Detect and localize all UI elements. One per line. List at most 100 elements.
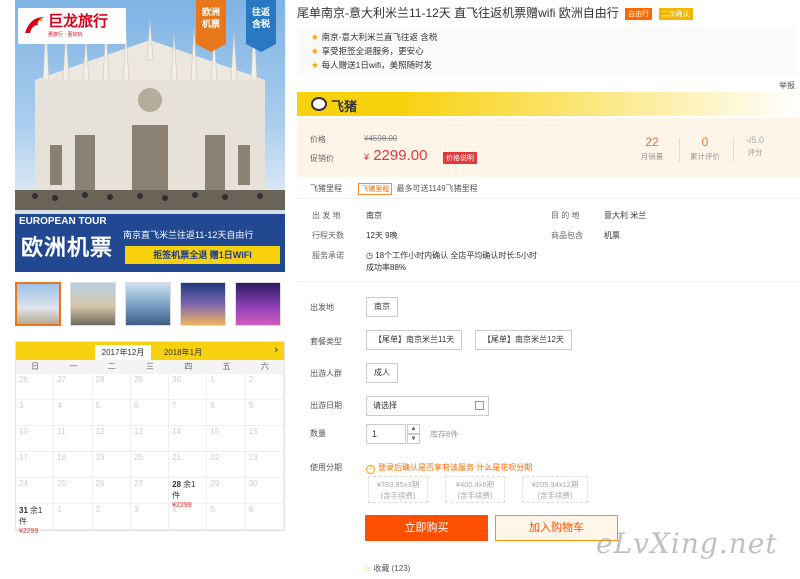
calendar-day: 25 <box>54 478 93 504</box>
option-people-adult[interactable]: 成人 <box>366 363 398 383</box>
calendar-day-number: 4 <box>172 505 177 514</box>
days-label: 行程天数 <box>312 231 344 240</box>
include-value: 机票 <box>604 231 620 240</box>
installment-help-link[interactable]: 什么是花呗分期 <box>476 463 532 472</box>
feature-list: ★ 南京-意大利米兰直飞往返 含税 ★ 享受拒签全退服务，更安心 ★ 每人赠送1日wi… <box>297 27 797 75</box>
clock-icon: ◷ <box>366 251 376 260</box>
feature-text: 享受拒签全退服务，更安心 <box>321 46 424 56</box>
option-package-11-days[interactable]: 【尾单】南京米兰11天 <box>366 330 463 350</box>
option-depart-nanjing[interactable]: 南京 <box>366 297 398 317</box>
tag-roundtrip-tax-label: 往返 含税 <box>251 7 270 29</box>
increment-button[interactable]: ▲ <box>407 424 420 434</box>
calendar-day-number: 27 <box>133 479 143 488</box>
weekday-label: 日 <box>31 362 40 371</box>
calendar-day-number: 3 <box>133 505 139 514</box>
calendar-day-number: 15 <box>210 427 220 436</box>
service-value: ◷ 18个工作小时内确认 全店平均确认时长:5小时 <box>366 250 537 261</box>
calendar-day-available[interactable]: 28 余1件 ¥2299 <box>169 478 208 509</box>
decrement-button[interactable]: ▼ <box>407 434 420 444</box>
installment-plan-3[interactable]: ¥783.95x3期 (含手续费) <box>368 476 428 503</box>
calendar-header: 2017年12月 2018年1月 › <box>16 342 284 360</box>
calendar-day: 12 <box>92 426 131 452</box>
days-value: 12天 9晚 <box>366 231 398 240</box>
calendar-day-number: 16 <box>248 427 258 436</box>
feature-item: ★ 享受拒签全退服务，更安心 <box>311 44 797 58</box>
service-label: 服务承诺 <box>312 251 344 260</box>
stock-text: 库存8件 <box>430 430 459 439</box>
promo-price-label: 促销价 <box>310 154 334 163</box>
installment-plan-price: ¥205.94x12期 <box>531 480 579 489</box>
calendar-day-number: 28 <box>172 480 182 489</box>
monthly-sales: 22 月销量 <box>627 135 677 162</box>
calendar-day-number: 7 <box>172 401 177 410</box>
phoenix-logo-icon <box>25 17 44 33</box>
product-main-image[interactable]: 巨龙旅行 惠旅行 · 更好玩 欧洲 机票 往返 含税 EUROPEAN TOUR… <box>15 0 285 272</box>
calendar-day: 3 <box>130 504 170 530</box>
installment-note: ! 登录后确认是否享有该服务 什么是花呗分期 <box>366 462 532 474</box>
calendar-day: 26 <box>16 374 55 400</box>
chevron-right-icon[interactable]: › <box>274 344 278 356</box>
calendar-day-number: 29 <box>133 375 143 384</box>
calendar-day-number: 2 <box>248 375 254 384</box>
promo-price-value: 2299.00 <box>373 147 428 164</box>
original-price: ¥4598.00 <box>364 134 398 143</box>
option-date-label: 出游日期 <box>310 401 342 410</box>
report-link[interactable]: 举报 <box>779 80 795 91</box>
weekday-label: 六 <box>260 362 269 371</box>
installment-plan-12[interactable]: ¥205.94x12期 (含手续费) <box>522 476 588 503</box>
quantity-input[interactable]: 1 <box>366 424 406 444</box>
rating-label: 评分 <box>747 148 763 157</box>
calendar-day: 5 <box>207 504 246 530</box>
brand-bar-stripe <box>397 92 800 116</box>
calendar-day-number: 26 <box>19 375 28 384</box>
calendar-day: 17 <box>16 452 55 478</box>
favorite-button[interactable]: ☆ 收藏 (123) <box>364 563 410 574</box>
star-icon: ★ <box>311 32 319 42</box>
product-title: 尾单南京-意大利米兰11-12天 直飞往返机票赠wifi 欧洲自由行 自由行 二… <box>297 4 693 21</box>
feature-text: 每人赠送1日wifi，美照随时发 <box>321 60 433 70</box>
currency-symbol: ¥ <box>364 152 370 162</box>
calendar-tab-current[interactable]: 2017年12月 <box>95 345 151 360</box>
calendar-day-number: 5 <box>210 505 215 514</box>
thumbnail-1[interactable] <box>15 282 61 326</box>
promo-price: ¥ 2299.00 <box>364 147 427 164</box>
favorite-count: (123) <box>391 564 411 573</box>
calendar-day: 4 <box>54 400 93 426</box>
calendar-day: 1 <box>54 504 93 530</box>
calendar-day: 5 <box>92 400 131 426</box>
option-people-label: 出游人群 <box>310 369 342 378</box>
installment-plan-6[interactable]: ¥400.4x6期 (含手续费) <box>445 476 505 503</box>
feature-item: ★ 南京-意大利米兰直飞往返 含税 <box>311 30 797 44</box>
calendar-day-number: 29 <box>210 479 220 488</box>
calendar-day: 2 <box>92 504 131 530</box>
calendar-day: 6 <box>130 400 170 426</box>
calendar-day: 13 <box>130 426 170 452</box>
calendar-day: 26 <box>92 478 131 504</box>
calendar-tab-next[interactable]: 2018年1月 <box>155 345 211 360</box>
calendar-day-number: 21 <box>172 453 182 462</box>
banner-chinese: 欧洲机票 <box>21 235 114 260</box>
thumbnail-2[interactable] <box>70 282 116 326</box>
calendar-day: 27 <box>54 374 93 400</box>
calendar-day-number: 28 <box>95 375 105 384</box>
review-count[interactable]: 0 累计评价 <box>680 135 730 162</box>
calendar-day: 22 <box>207 452 246 478</box>
tag-roundtrip-tax: 往返 含税 <box>246 0 276 52</box>
badge-free-travel: 自由行 <box>625 7 653 20</box>
star-icon: ★ <box>311 46 319 56</box>
calendar-day-available[interactable]: 31 余1件 ¥2299 <box>16 504 55 535</box>
thumbnail-4[interactable] <box>180 282 226 326</box>
travel-date-picker[interactable]: 请选择 <box>366 396 489 416</box>
option-package-12-days[interactable]: 【尾单】南京米兰12天 <box>475 330 572 350</box>
thumbnail-3[interactable] <box>125 282 171 326</box>
installment-label: 使用分期 <box>310 463 342 472</box>
calendar-day-number: 14 <box>172 427 182 436</box>
calendar-icon <box>475 401 484 410</box>
calendar-day-number: 12 <box>95 427 105 436</box>
calendar-grid: 26 27 28 29 30 1 2 3 4 5 6 7 8 9 10 11 12 13 14 15 16 17 18 19 2… <box>16 374 284 535</box>
calendar-day-number: 1 <box>210 375 215 384</box>
thumbnail-5[interactable] <box>235 282 281 326</box>
price-explain-tag[interactable]: 价格说明 <box>443 152 477 164</box>
buy-now-button[interactable]: 立即购买 <box>365 515 488 541</box>
calendar-day: 9 <box>245 400 284 426</box>
